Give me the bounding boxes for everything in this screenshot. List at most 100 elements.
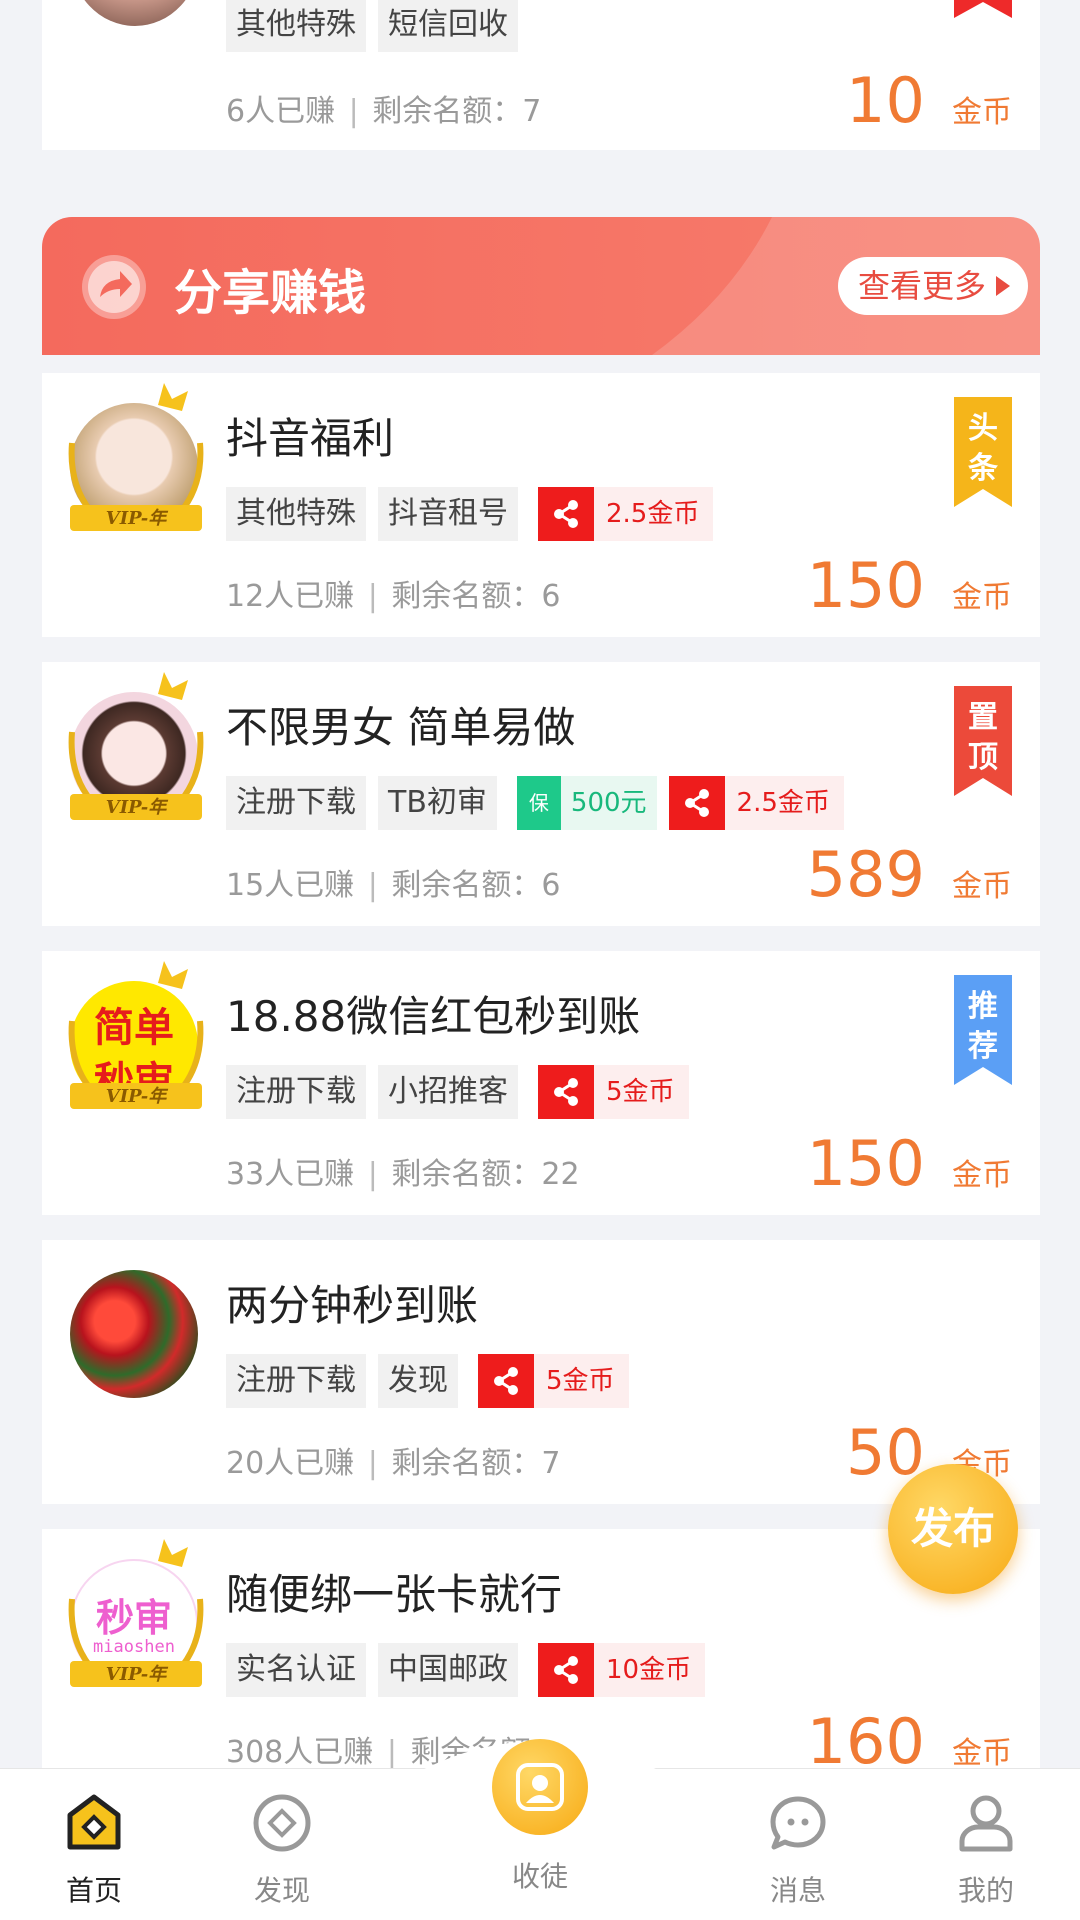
vip-crown-frame: VIP-年 (68, 961, 204, 1109)
vip-label: VIP-年 (106, 508, 169, 529)
remaining-quota: 剩余名额：22 (391, 1157, 580, 1192)
nav-label: 收徒 (511, 1860, 568, 1893)
task-card[interactable]: 简单 秒审 VIP-年 18.88微信红包秒到账 注册下载 小招推客 5金币 3… (42, 951, 1040, 1215)
nav-discover[interactable]: 发现 (222, 1793, 342, 1909)
nav-label: 消息 (769, 1874, 826, 1907)
share-reward-amount: 2.5金币 (736, 788, 830, 818)
share-icon (538, 1643, 594, 1697)
share-icon (668, 776, 725, 830)
remaining-quota: 剩余名额：6 (391, 868, 561, 903)
share-reward: 2.5金币 (668, 776, 844, 830)
task-meta: 6人已赚 | 剩余名额：7 (226, 94, 542, 129)
earned-count: 15人已赚 (226, 868, 355, 903)
home-icon (67, 1794, 121, 1850)
guarantee-deposit: 保 500元 (516, 776, 657, 830)
badge-text: 条 (968, 451, 998, 486)
badge-text: 头 (968, 411, 998, 446)
badge-text: 置 (968, 700, 998, 735)
price-unit: 金币 (952, 869, 1012, 904)
task-title: 抖音福利 (226, 414, 395, 463)
profile-icon (959, 1795, 1013, 1852)
avatar (70, 1270, 198, 1398)
discover-icon (253, 1794, 311, 1852)
share-reward-amount: 5金币 (606, 1077, 675, 1107)
vip-label: VIP-年 (106, 797, 169, 818)
task-tag: 其他特殊 (226, 0, 366, 52)
share-icon (478, 1354, 534, 1408)
share-earn-banner: 分享赚钱 查看更多 (42, 217, 1040, 355)
view-more-label: 查看更多 (857, 267, 986, 305)
earned-count: 20人已赚 (226, 1446, 355, 1481)
badge-text: 推 (968, 989, 998, 1024)
nav-profile[interactable]: 我的 (926, 1793, 1046, 1909)
task-price: 589 金币 (807, 838, 1012, 911)
task-tags: 注册下载 发现 5金币 (226, 1354, 629, 1408)
earned-count: 6人已赚 (226, 94, 336, 129)
publish-button[interactable]: 发布 (888, 1464, 1018, 1594)
message-icon (770, 1796, 826, 1850)
share-reward: 10金币 (538, 1643, 706, 1697)
nav-recruit[interactable]: 收徒 (480, 1739, 600, 1895)
share-reward: 2.5金币 (538, 487, 714, 541)
publish-label: 发布 (910, 1504, 995, 1553)
vip-crown-frame: VIP-年 (68, 672, 204, 820)
task-meta: 15人已赚 | 剩余名额：6 (226, 868, 561, 903)
nav-label: 首页 (65, 1874, 122, 1907)
remaining-quota: 剩余名额：7 (372, 94, 542, 129)
task-tag: 中国邮政 (378, 1643, 518, 1697)
task-card[interactable]: 两分钟秒到账 注册下载 发现 5金币 20人已赚 | 剩余名额：7 50 金币 (42, 1240, 1040, 1504)
task-title: 18.88微信红包秒到账 (226, 992, 641, 1041)
task-meta: 20人已赚 | 剩余名额：7 (226, 1446, 561, 1481)
task-card-top[interactable]: 其他特殊 短信回收 6人已赚 | 剩余名额：7 10 金币 (42, 0, 1040, 150)
task-tags: 注册下载 TB初审 保 500元 2.5金币 (226, 776, 844, 830)
bookmark-icon (954, 0, 1012, 18)
task-card[interactable]: VIP-年 不限男女 简单易做 注册下载 TB初审 保 500元 2.5金币 1… (42, 662, 1040, 926)
task-tag: 注册下载 (226, 776, 366, 830)
guarantee-amount: 500元 (570, 788, 647, 818)
task-price: 150 金币 (807, 1127, 1012, 1200)
task-tag: 小招推客 (378, 1065, 518, 1119)
price-value: 150 (806, 549, 925, 622)
caret-right-icon (996, 276, 1010, 296)
remaining-quota: 剩余名额：6 (391, 579, 561, 614)
task-card[interactable]: VIP-年 抖音福利 其他特殊 抖音租号 2.5金币 12人已赚 | 剩余名额：… (42, 373, 1040, 637)
task-title: 随便绑一张卡就行 (226, 1570, 563, 1619)
badge-text: 荐 (968, 1029, 998, 1064)
vip-label: VIP-年 (106, 1086, 169, 1107)
nav-label: 发现 (253, 1874, 310, 1907)
vip-crown-frame: VIP-年 (68, 1539, 204, 1687)
task-price: 150 金币 (807, 549, 1012, 622)
share-reward-amount: 2.5金币 (606, 499, 700, 529)
nav-home[interactable]: 首页 (34, 1793, 154, 1909)
share-section-title: 分享赚钱 (174, 265, 367, 321)
task-title: 两分钟秒到账 (226, 1281, 479, 1330)
task-list-page: 其他特殊 短信回收 6人已赚 | 剩余名额：7 10 金币 分享赚钱 查看更多 … (0, 0, 1080, 1920)
task-tag: 抖音租号 (378, 487, 518, 541)
avatar (70, 0, 200, 26)
task-tags: 实名认证 中国邮政 10金币 (226, 1643, 706, 1697)
nav-label: 我的 (957, 1874, 1014, 1907)
share-reward-amount: 5金币 (546, 1366, 615, 1396)
task-tag: 其他特殊 (226, 487, 366, 541)
bottom-nav: 首页 发现 收徒 消息 我的 (0, 1739, 1080, 1920)
share-icon (538, 487, 594, 541)
price-unit: 金币 (952, 1158, 1012, 1193)
task-tag: 短信回收 (378, 0, 518, 52)
earned-count: 308人已赚 (226, 1735, 374, 1770)
task-tag: 注册下载 (226, 1354, 366, 1408)
share-reward-amount: 10金币 (606, 1655, 692, 1685)
recommended-badge: 推 荐 (954, 975, 1012, 1085)
vip-crown-frame: VIP-年 (68, 383, 204, 531)
share-reward: 5金币 (478, 1354, 629, 1408)
earned-count: 33人已赚 (226, 1157, 355, 1192)
share-reward: 5金币 (538, 1065, 689, 1119)
task-price: 10 金币 (846, 64, 1012, 137)
task-tag: TB初审 (378, 776, 497, 830)
share-icon (538, 1065, 594, 1119)
price-unit: 金币 (952, 580, 1012, 615)
nav-messages[interactable]: 消息 (738, 1793, 858, 1909)
share-arrow-icon (82, 255, 146, 319)
task-meta: 33人已赚 | 剩余名额：22 (226, 1157, 580, 1192)
headline-badge: 头 条 (954, 397, 1012, 507)
view-more-button[interactable]: 查看更多 (837, 257, 1028, 315)
